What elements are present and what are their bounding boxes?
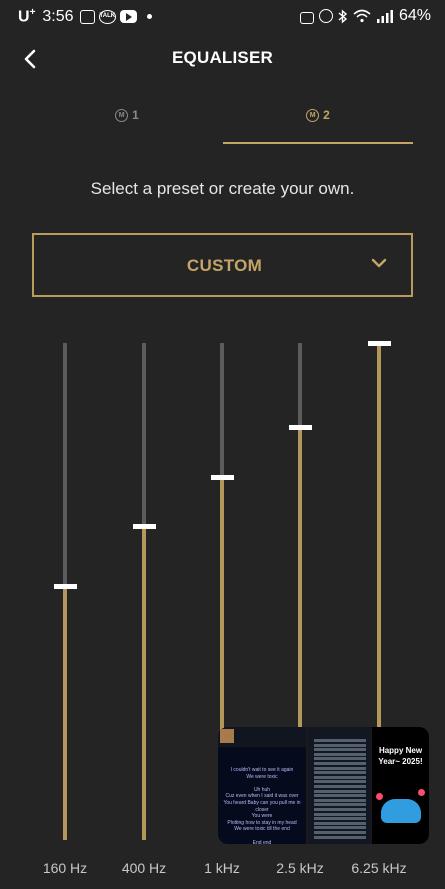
preset-tabs: M 1 M 2 <box>32 96 413 144</box>
pip-lyric-line: We were toxic <box>246 773 278 780</box>
pip-lyric-line: End end <box>252 839 272 844</box>
pip-list-row <box>314 780 366 784</box>
pip-lyric-line: Cuz even when I said it was over <box>225 793 299 800</box>
carrier-label: U+ <box>18 7 36 26</box>
heart-icon <box>376 793 383 800</box>
status-time: 3:56 <box>42 7 74 25</box>
pip-list-row <box>314 739 366 742</box>
slider-track-fill <box>63 585 67 840</box>
frequency-label: 2.5 kHz <box>276 860 324 876</box>
pip-lyric-line: Uh huh <box>253 786 271 793</box>
pip-lyrics-text: I couldn't wait to see it again We were t… <box>218 767 306 844</box>
status-bar-right: 64% <box>299 7 431 25</box>
memory-badge-icon: M <box>306 109 320 122</box>
pip-list-row <box>314 798 366 802</box>
frequency-label: 6.25 kHz <box>351 860 407 876</box>
pip-list-row <box>314 775 366 779</box>
frequency-label: 160 Hz <box>42 860 88 876</box>
pip-list-row <box>314 808 366 811</box>
cartoon-car-icon <box>381 799 421 823</box>
slider-thumb[interactable] <box>54 583 77 589</box>
slider-thumb[interactable] <box>368 341 391 346</box>
pip-list-row <box>314 766 366 770</box>
pip-album-art <box>220 729 234 743</box>
pip-list-row <box>314 757 366 761</box>
tab-label: 2 <box>323 108 330 122</box>
slider-thumb[interactable] <box>289 425 312 431</box>
alarm-icon <box>318 9 333 23</box>
pip-list-row <box>314 794 366 798</box>
pip-greeting-text: Happy New Year~ 2025! <box>378 746 423 766</box>
bluetooth-icon <box>338 9 348 24</box>
tab-m1[interactable]: M 1 <box>32 96 222 144</box>
preset-value: CUSTOM <box>186 256 263 275</box>
battery-percentage: 64% <box>398 7 431 24</box>
page-title: EQUALISER <box>172 48 273 67</box>
pip-list-row <box>314 835 366 839</box>
lock-icon <box>299 12 314 24</box>
status-bar: U+ 3:56 TALK 64% <box>0 0 445 36</box>
pip-list-row <box>314 817 366 821</box>
pip-list-row <box>314 743 366 747</box>
eq-slider-160hz[interactable] <box>45 330 85 840</box>
pip-lyric-line <box>218 780 306 787</box>
status-bar-left: U+ 3:56 TALK <box>18 7 152 26</box>
chevron-down-icon <box>371 258 387 268</box>
kakaotalk-notification-icon: TALK <box>98 9 116 24</box>
pip-list-row <box>314 803 366 807</box>
memory-badge-icon: M <box>115 109 129 122</box>
pip-list-row <box>314 748 366 752</box>
wifi-icon <box>353 9 371 23</box>
slider-thumb[interactable] <box>133 524 156 530</box>
header: EQUALISER <box>0 38 445 78</box>
pip-lyric-line <box>218 833 306 840</box>
pip-list-row <box>314 821 366 825</box>
pip-list-row <box>314 831 366 834</box>
signal-icon <box>376 9 394 23</box>
more-notifications-dot-icon <box>146 14 152 20</box>
pip-lyric-line: We were toxic till the end <box>234 826 290 833</box>
eq-slider-400hz[interactable] <box>124 330 164 840</box>
slider-thumb[interactable] <box>211 474 234 480</box>
preset-dropdown[interactable]: CUSTOM <box>32 233 413 297</box>
pip-lyric-line: Plotting how to stay in my head <box>227 819 297 826</box>
frequency-label: 400 Hz <box>121 860 167 876</box>
instruction-text: Select a preset or create your own. <box>90 179 355 198</box>
pip-lyric-line: I couldn't wait to see it again <box>230 767 294 773</box>
pip-list-row <box>314 789 366 793</box>
frequency-label: 1 kHz <box>204 860 240 876</box>
pip-lyric-line: You were <box>251 813 273 820</box>
pip-list-row <box>314 771 366 775</box>
slider-track-fill <box>142 526 146 840</box>
pip-player-bar <box>218 727 306 747</box>
pip-list-row <box>314 826 366 830</box>
tab-m2[interactable]: M 2 <box>223 96 413 144</box>
pip-lyric-line: You heard Baby can you pull me in closer <box>223 799 301 813</box>
heart-icon <box>418 789 425 796</box>
tab-label: 1 <box>132 108 139 122</box>
pip-list-row <box>314 762 366 765</box>
gallery-notification-icon <box>79 9 95 24</box>
pip-lyrics-panel: I couldn't wait to see it again We were t… <box>218 727 306 844</box>
pip-greeting-panel: Happy New Year~ 2025! <box>372 727 429 844</box>
floating-video-preview[interactable]: I couldn't wait to see it again We were t… <box>218 727 429 844</box>
youtube-notification-icon <box>119 10 137 24</box>
pip-file-list-panel <box>308 727 371 844</box>
pip-list-row <box>314 785 366 788</box>
pip-list-row <box>314 752 366 756</box>
pip-list-row <box>314 812 366 816</box>
